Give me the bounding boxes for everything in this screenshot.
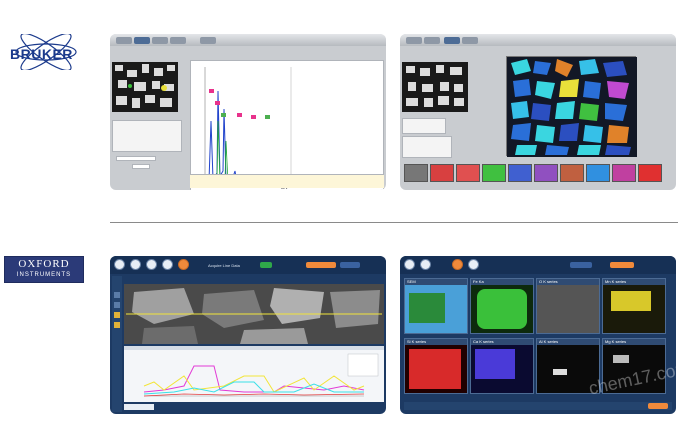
oxford-subtitle: INSTRUMENTS bbox=[16, 272, 72, 278]
sem-svg bbox=[124, 284, 384, 344]
oxford-maps-screenshot: SEM Fe Ka O K series Mn K series Si K se… bbox=[400, 256, 676, 414]
tool-icon[interactable] bbox=[114, 292, 120, 298]
bruker-spectrum-screenshot: keV bbox=[110, 34, 386, 190]
speed-selector[interactable] bbox=[306, 262, 336, 268]
grain-pattern bbox=[112, 62, 178, 112]
tile-label: Fe Ka bbox=[471, 279, 533, 285]
settings-panel bbox=[112, 120, 182, 152]
side-toolbar bbox=[112, 276, 122, 412]
swatch[interactable] bbox=[482, 164, 506, 182]
bruker-wordmark: BRUKER bbox=[10, 46, 73, 62]
tab[interactable] bbox=[200, 37, 216, 44]
tile-label: Al K series bbox=[537, 339, 599, 345]
info-icon[interactable] bbox=[114, 259, 125, 270]
tab[interactable] bbox=[152, 37, 168, 44]
spectrum-svg bbox=[204, 67, 378, 186]
info-icon[interactable] bbox=[404, 259, 415, 270]
oxford-linescan-screenshot: Acquire Line Data bbox=[110, 256, 386, 414]
sample-icon[interactable] bbox=[130, 259, 141, 270]
status-bar bbox=[404, 402, 672, 410]
tile-label: Si K series bbox=[405, 339, 467, 345]
text-field[interactable] bbox=[132, 164, 150, 169]
tab[interactable] bbox=[170, 37, 186, 44]
swatch[interactable] bbox=[430, 164, 454, 182]
spectrum-plot: keV bbox=[190, 60, 384, 190]
map-tile[interactable]: Si K series bbox=[404, 338, 468, 394]
tile-label: Mg K series bbox=[603, 339, 665, 345]
tile-label: SEM bbox=[405, 279, 467, 285]
layers-icon[interactable] bbox=[146, 259, 157, 270]
bruker-logo: BRUKER bbox=[8, 34, 84, 70]
map-tile[interactable]: O K series bbox=[536, 278, 600, 334]
active-step-icon[interactable] bbox=[178, 259, 189, 270]
swatch[interactable] bbox=[638, 164, 662, 182]
tool-icon[interactable] bbox=[114, 312, 120, 318]
section-divider bbox=[110, 222, 678, 223]
acquire-label: Acquire Line Data bbox=[208, 263, 240, 268]
sem-image bbox=[112, 62, 178, 112]
settings-panel bbox=[402, 118, 446, 134]
comparison-page: BRUKER OXFORD INSTRUMENTS Acquire Line D… bbox=[0, 0, 692, 448]
tool-icon[interactable] bbox=[114, 302, 120, 308]
tile-label: Mn K series bbox=[603, 279, 665, 285]
tab[interactable] bbox=[444, 37, 460, 44]
tab[interactable] bbox=[462, 37, 478, 44]
tile-label: O K series bbox=[537, 279, 599, 285]
status-field bbox=[124, 404, 154, 410]
map-tile[interactable]: Mn K series bbox=[602, 278, 666, 334]
sem-image bbox=[402, 62, 468, 112]
bruker-map-screenshot bbox=[400, 34, 676, 190]
mode-selector[interactable] bbox=[570, 262, 592, 268]
linescan-svg bbox=[124, 346, 384, 397]
sem-image bbox=[124, 284, 384, 344]
map-tile[interactable]: Ca K series bbox=[470, 338, 534, 394]
mode-selector[interactable] bbox=[340, 262, 360, 268]
swatch[interactable] bbox=[508, 164, 532, 182]
grain-pattern bbox=[402, 62, 468, 112]
chart-icon[interactable] bbox=[162, 259, 173, 270]
map-tile[interactable]: Fe Ka bbox=[470, 278, 534, 334]
tool-icon[interactable] bbox=[114, 322, 120, 328]
options-panel bbox=[402, 136, 452, 158]
swatch[interactable] bbox=[404, 164, 428, 182]
speed-selector[interactable] bbox=[610, 262, 634, 268]
next-button[interactable] bbox=[648, 403, 668, 409]
tab[interactable] bbox=[424, 37, 440, 44]
active-step-icon[interactable] bbox=[452, 259, 463, 270]
swatch[interactable] bbox=[586, 164, 610, 182]
oxford-wordmark: OXFORD bbox=[18, 258, 70, 270]
element-swatch-row bbox=[404, 164, 672, 184]
phase-map bbox=[506, 56, 637, 157]
toolbar bbox=[110, 34, 386, 46]
map-tile[interactable]: SEM bbox=[404, 278, 468, 334]
toolbar bbox=[400, 34, 676, 46]
linescan-chart bbox=[124, 346, 384, 402]
element-table bbox=[190, 174, 384, 188]
tile-label: Ca K series bbox=[471, 339, 533, 345]
tab[interactable] bbox=[134, 37, 150, 44]
tab[interactable] bbox=[406, 37, 422, 44]
oxford-logo: OXFORD INSTRUMENTS bbox=[4, 256, 84, 283]
swatch[interactable] bbox=[534, 164, 558, 182]
start-button[interactable] bbox=[260, 262, 272, 268]
phase-map-svg bbox=[507, 57, 637, 157]
swatch[interactable] bbox=[456, 164, 480, 182]
swatch[interactable] bbox=[612, 164, 636, 182]
chart-icon[interactable] bbox=[468, 259, 479, 270]
toolbar: Acquire Line Data bbox=[110, 256, 386, 274]
swatch[interactable] bbox=[560, 164, 584, 182]
toolbar bbox=[400, 256, 676, 274]
text-field[interactable] bbox=[116, 156, 156, 161]
sample-icon[interactable] bbox=[420, 259, 431, 270]
tab[interactable] bbox=[116, 37, 132, 44]
